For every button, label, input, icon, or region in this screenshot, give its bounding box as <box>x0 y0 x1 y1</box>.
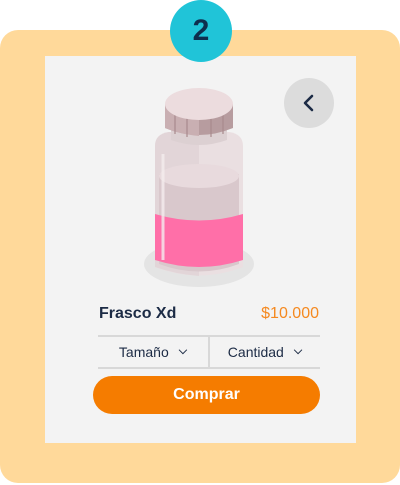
bottle-icon <box>144 88 254 287</box>
product-price: $10.000 <box>261 305 319 322</box>
back-button[interactable] <box>284 78 334 128</box>
chevron-down-icon: ⌵ <box>178 344 188 357</box>
quantity-select[interactable]: Cantidad ⌵ <box>208 337 320 367</box>
size-select[interactable]: Tamaño ⌵ <box>98 337 208 367</box>
step-number: 2 <box>192 14 210 47</box>
chevron-left-icon <box>303 94 314 112</box>
buy-button[interactable]: Comprar <box>93 376 320 414</box>
chevron-down-icon: ⌵ <box>293 344 303 357</box>
product-panel: Frasco Xd $10.000 Tamaño ⌵ Cantidad ⌵ Co… <box>45 56 356 443</box>
product-options: Tamaño ⌵ Cantidad ⌵ <box>98 335 320 369</box>
step-badge: 2 <box>170 0 232 62</box>
quantity-select-label: Cantidad <box>227 344 284 360</box>
product-name: Frasco Xd <box>99 305 177 322</box>
size-select-label: Tamaño <box>118 344 169 360</box>
